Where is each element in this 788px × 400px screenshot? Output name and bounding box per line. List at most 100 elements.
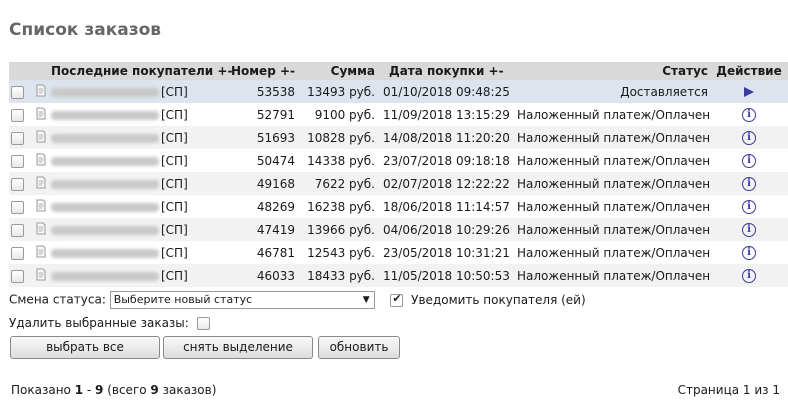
order-status: Наложенный платеж/Оплачен [517,222,711,237]
buyer-name-redacted[interactable] [51,271,159,281]
table-row[interactable]: [СП] 48269 16238 руб. 18/06/2018 11:14:57 На… [9,195,788,218]
order-action[interactable]: i [710,241,788,264]
order-action[interactable]: i [710,126,788,149]
refresh-button[interactable]: обновить [318,336,400,359]
order-sum: 18433 руб. [307,268,375,283]
row-checkbox[interactable] [11,154,24,168]
buyer-tag: [СП] [161,245,188,260]
order-status: Наложенный платеж/Оплачен [517,199,711,214]
deselect-button[interactable]: снять выделение [163,336,313,359]
buyer-name-redacted[interactable] [51,225,159,235]
buyer-name-redacted[interactable] [51,87,159,97]
order-action[interactable]: i [710,172,788,195]
header-status: Статус [515,62,710,80]
select-all-button[interactable]: выбрать все [10,336,160,359]
notify-checkbox[interactable] [390,292,404,307]
table-row[interactable]: [СП] 51693 10828 руб. 14/08/2018 11:20:20 На… [9,126,788,149]
buyer-tag: [СП] [161,268,188,283]
header-buyers[interactable]: Последние покупатели +- [49,62,232,80]
note-icon[interactable] [35,245,47,261]
delete-row: Удалить выбранные заказы: [9,316,210,330]
table-row[interactable]: [СП] 46781 12543 руб. 23/05/2018 10:31:21 На… [9,241,788,264]
order-action[interactable]: i [710,195,788,218]
note-icon[interactable] [35,153,47,169]
note-icon[interactable] [35,199,47,215]
order-status: Наложенный платеж/Оплачен [517,176,711,191]
row-checkbox[interactable] [11,108,24,122]
buyer-name-redacted[interactable] [51,156,159,166]
order-status: Наложенный платеж/Оплачен [517,130,711,145]
info-icon[interactable]: i [742,245,756,260]
order-number: 47419 [256,222,295,237]
row-checkbox[interactable] [11,85,24,99]
buyer-name-redacted[interactable] [51,248,159,258]
order-sum: 13493 руб. [307,84,375,99]
header-date[interactable]: Дата покупки +- [377,62,515,80]
table-header-row: Последние покупатели +- Номер +- Сумма Д… [9,62,788,80]
order-number: 51693 [256,130,295,145]
table-row[interactable]: [СП] 46033 18433 руб. 11/05/2018 10:50:53 На… [9,264,788,287]
status-select[interactable]: Выберите новый статус ▼ [109,291,375,309]
buyer-name-redacted[interactable] [51,133,159,143]
order-status: Доставляется [620,84,708,99]
header-number[interactable]: Номер +- [223,62,297,80]
order-date: 11/09/2018 13:15:29 [383,107,510,122]
buyer-tag: [СП] [161,176,188,191]
order-date: 18/06/2018 11:14:57 [383,199,510,214]
buyer-tag: [СП] [161,199,188,214]
table-row[interactable]: [СП] 49168 7622 руб. 02/07/2018 12:22:22 Нал… [9,172,788,195]
play-icon[interactable] [744,87,754,97]
table-row[interactable]: [СП] 52791 9100 руб. 11/09/2018 13:15:29 Нал… [9,103,788,126]
info-icon[interactable]: i [742,199,756,214]
order-date: 23/05/2018 10:31:21 [383,245,510,260]
row-checkbox[interactable] [11,200,24,214]
order-action[interactable]: i [710,149,788,172]
info-icon[interactable]: i [742,130,756,145]
note-icon[interactable] [35,84,47,100]
table-row[interactable]: [СП] 53538 13493 руб. 01/10/2018 09:48:25 До… [9,80,788,103]
note-icon[interactable] [35,222,47,238]
order-number: 49168 [256,176,295,191]
info-icon[interactable]: i [742,222,756,237]
info-icon[interactable]: i [742,176,756,191]
order-status: Наложенный платеж/Оплачен [517,245,711,260]
table-row[interactable]: [СП] 50474 14338 руб. 23/07/2018 09:18:18 На… [9,149,788,172]
note-icon[interactable] [35,176,47,192]
order-action[interactable]: i [710,103,788,126]
order-date: 11/05/2018 10:50:53 [383,268,510,283]
info-icon[interactable]: i [742,107,756,122]
dropdown-arrow-icon: ▼ [362,295,370,305]
order-sum: 10828 руб. [307,130,375,145]
header-action: Действие [710,62,788,80]
row-checkbox[interactable] [11,131,24,145]
status-change-row: Смена статуса: Выберите новый статус ▼ У… [9,291,586,309]
buyer-name-redacted[interactable] [51,202,159,212]
order-action[interactable]: i [710,218,788,241]
order-date: 01/10/2018 09:48:25 [383,84,510,99]
order-action[interactable]: i [710,264,788,287]
note-icon[interactable] [35,107,47,123]
header-sum: Сумма [297,62,377,80]
order-sum: 7622 руб. [314,176,375,191]
buyer-name-redacted[interactable] [51,179,159,189]
notify-label: Уведомить покупателя (ей) [411,292,586,307]
note-icon[interactable] [35,130,47,146]
info-icon[interactable]: i [742,268,756,283]
table-row[interactable]: [СП] 47419 13966 руб. 04/06/2018 10:29:26 На… [9,218,788,241]
info-icon[interactable]: i [742,153,756,168]
order-action[interactable] [710,80,788,103]
orders-table: Последние покупатели +- Номер +- Сумма Д… [9,62,788,287]
row-checkbox[interactable] [11,246,24,260]
row-checkbox[interactable] [11,177,24,191]
order-number: 53538 [256,84,295,99]
buyer-tag: [СП] [161,153,188,168]
row-checkbox[interactable] [11,223,24,237]
row-checkbox[interactable] [11,269,24,283]
order-sum: 9100 руб. [314,107,375,122]
delete-checkbox[interactable] [196,317,210,330]
note-icon[interactable] [35,268,47,284]
buyer-name-redacted[interactable] [51,110,159,120]
pagination-summary: Показано 1 - 9 (всего 9 заказов) [11,383,217,397]
buyer-tag: [СП] [161,107,188,122]
order-date: 04/06/2018 10:29:26 [383,222,510,237]
